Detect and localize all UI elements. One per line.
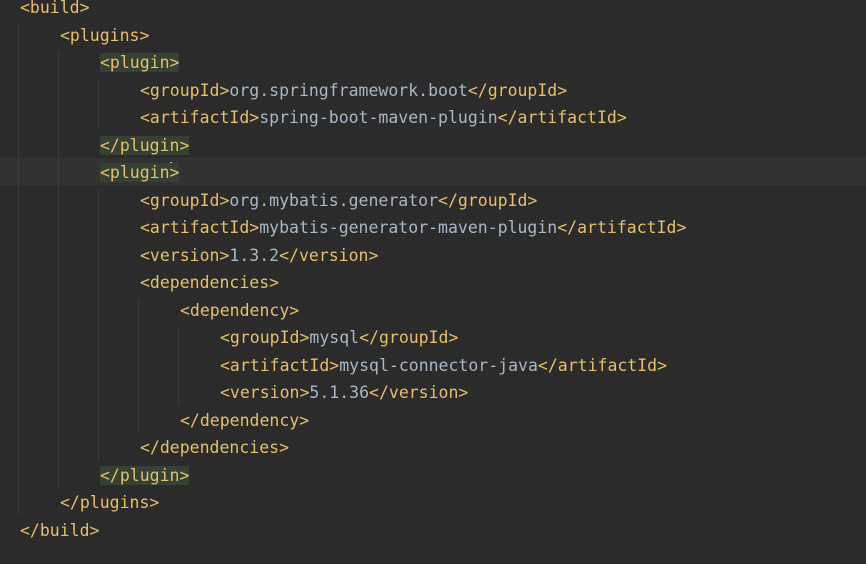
xml-tag: </plugin>: [100, 135, 190, 155]
xml-text: mysql: [309, 328, 360, 347]
xml-tag: </dependencies>: [140, 438, 290, 457]
xml-tag: </version>: [279, 245, 379, 265]
xml-tag: <artifactId>: [140, 218, 260, 237]
xml-text: 1.3.2: [229, 245, 280, 265]
code-line[interactable]: <dependencies>: [140, 269, 279, 296]
code-line[interactable]: <build>: [20, 0, 90, 21]
code-line[interactable]: <plugin>: [100, 159, 180, 186]
xml-tag: </plugins>: [60, 493, 160, 512]
code-line[interactable]: <groupId>mysql</groupId>: [220, 324, 458, 351]
indent-guide: [98, 78, 99, 130]
xml-tag: <artifactId>: [140, 108, 260, 127]
xml-text: org.springframework.boot: [229, 80, 468, 100]
xml-tag: <build>: [20, 0, 90, 17]
xml-tag: <plugin: [100, 163, 170, 182]
xml-tag: </groupId>: [438, 190, 538, 210]
code-line[interactable]: <artifactId>spring-boot-maven-plugin</ar…: [140, 104, 627, 131]
xml-tag: <version>: [140, 245, 230, 265]
indent-guide: [178, 326, 179, 405]
code-line[interactable]: </plugins>: [60, 489, 159, 516]
xml-tag: </artifactId>: [557, 218, 687, 237]
code-line[interactable]: <plugins>: [60, 22, 149, 49]
code-line[interactable]: </build>: [20, 517, 99, 544]
indent-guide: [18, 23, 19, 515]
xml-tag: <groupId>: [140, 80, 230, 100]
xml-text: mysql-connector-java: [339, 355, 538, 375]
code-line[interactable]: <artifactId>mybatis-generator-maven-plug…: [140, 214, 686, 241]
xml-tag: </groupId>: [467, 80, 568, 100]
xml-tag: <dependencies>: [140, 273, 280, 292]
code-line[interactable]: </plugin>: [100, 462, 190, 489]
xml-tag: <version>: [220, 383, 310, 402]
code-line[interactable]: </dependencies>: [140, 434, 289, 461]
xml-tag: <plugin>: [100, 53, 180, 72]
xml-text: spring-boot-maven-plugin: [259, 108, 498, 127]
xml-tag: </version>: [369, 383, 469, 402]
code-line[interactable]: <plugin>: [100, 49, 180, 76]
code-line[interactable]: <artifactId>mysql-connector-java</artifa…: [220, 352, 667, 379]
xml-tag: <artifactId>: [220, 355, 340, 375]
indent-guide: [138, 298, 139, 432]
xml-tag: </groupId>: [359, 328, 459, 347]
code-line[interactable]: <groupId>org.mybatis.generator</groupId>: [140, 187, 537, 214]
xml-tag: <plugins>: [60, 25, 150, 45]
xml-tag: </dependency>: [180, 410, 310, 430]
code-line[interactable]: <version>1.3.2</version>: [140, 242, 378, 269]
xml-tag: <dependency>: [180, 300, 300, 320]
code-line[interactable]: </plugin>: [100, 132, 190, 159]
xml-tag: </artifactId>: [537, 355, 668, 375]
xml-text: 5.1.36: [309, 383, 370, 402]
xml-tag: <groupId>: [140, 190, 230, 210]
xml-tag: </plugin>: [100, 465, 190, 485]
xml-text: mybatis-generator-maven-plugin: [259, 218, 558, 237]
indent-guide: [58, 51, 59, 487]
code-line[interactable]: <groupId>org.springframework.boot</group…: [140, 77, 567, 104]
code-editor[interactable]: <build> <plugins> <plugin> <groupId>org.spr…: [0, 0, 866, 564]
code-line[interactable]: <version>5.1.36</version>: [220, 379, 468, 406]
xml-text: org.mybatis.generator: [229, 190, 439, 210]
xml-tag: </artifactId>: [497, 108, 627, 127]
xml-tag: </build>: [20, 520, 100, 540]
xml-tag: >: [169, 163, 180, 182]
xml-tag: <groupId>: [220, 328, 310, 347]
code-line[interactable]: <dependency>: [180, 297, 299, 324]
indent-guide: [98, 188, 99, 460]
code-line[interactable]: </dependency>: [180, 407, 309, 434]
